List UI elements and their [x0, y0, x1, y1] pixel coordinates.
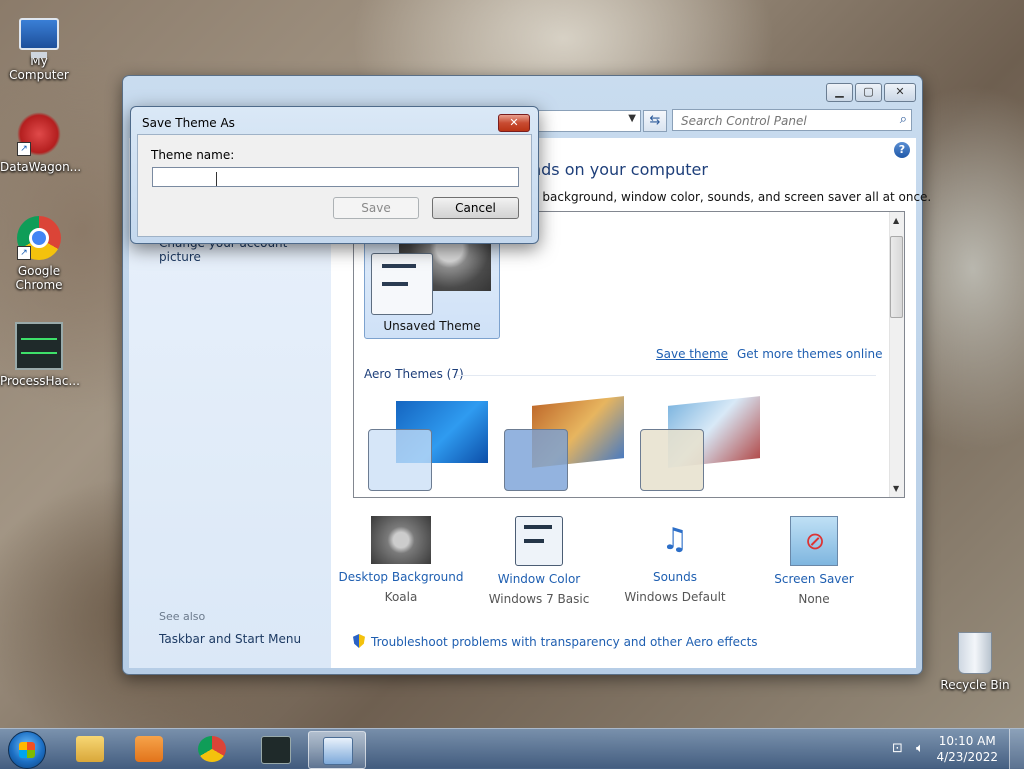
desktop-icon-google-chrome[interactable]: ↗ Google Chrome: [0, 216, 78, 292]
volume-icon[interactable]: 🔈︎: [916, 741, 924, 756]
refresh-button[interactable]: ⇆: [643, 110, 667, 132]
theme-name-label: Theme name:: [151, 148, 235, 162]
taskbar-media-player-button[interactable]: [121, 731, 177, 767]
save-theme-dialog: Save Theme As ✕ Theme name: Save Cancel: [130, 106, 539, 244]
datawagon-icon: ↗: [17, 112, 61, 156]
desktop-icon-label: My Computer: [9, 54, 69, 82]
clock[interactable]: 10:10 AM 4/23/2022: [936, 733, 998, 765]
screen-saver-item[interactable]: Screen Saver None: [744, 516, 884, 606]
item-title: Desktop Background: [338, 570, 464, 584]
theme-name-input[interactable]: [152, 167, 519, 187]
shortcut-arrow-icon: ↗: [17, 142, 31, 156]
desktop-background-item[interactable]: Desktop Background Koala: [331, 516, 471, 604]
maximize-button[interactable]: ▢: [855, 83, 882, 102]
address-bar[interactable]: ▼: [533, 110, 641, 132]
window-color-icon: [515, 516, 563, 566]
minimize-button[interactable]: ▁: [826, 83, 853, 102]
search-icon[interactable]: ⌕: [900, 112, 907, 127]
help-icon[interactable]: ?: [894, 142, 910, 158]
window-thumbnail: [368, 429, 432, 491]
network-icon[interactable]: ⊡: [892, 741, 903, 756]
taskbar-start-menu-link[interactable]: Taskbar and Start Menu: [159, 632, 301, 646]
chrome-icon: ↗: [17, 216, 61, 260]
troubleshoot-link[interactable]: Troubleshoot problems with transparency …: [353, 634, 758, 649]
aero-theme-characters[interactable]: [640, 396, 768, 493]
screen-saver-icon: [790, 516, 838, 566]
item-title: Screen Saver: [774, 572, 854, 586]
dialog-close-button[interactable]: ✕: [498, 114, 530, 132]
close-button[interactable]: ✕: [884, 83, 916, 102]
page-title: nds on your computer: [531, 160, 708, 179]
taskbar: ⊡ 🔈︎ 10:10 AM 4/23/2022: [0, 728, 1024, 769]
computer-icon: [19, 18, 59, 58]
media-player-icon: [135, 736, 163, 762]
desktop-icon-processhacker[interactable]: ProcessHac...: [0, 322, 80, 388]
see-also-label: See also: [159, 610, 206, 623]
chevron-down-icon[interactable]: ▼: [628, 113, 636, 124]
folder-icon: [76, 736, 104, 762]
cancel-button[interactable]: Cancel: [432, 197, 519, 219]
dialog-title: Save Theme As: [142, 116, 235, 130]
theme-settings-row: Desktop Background Koala Window Color Wi…: [339, 516, 903, 616]
theme-list[interactable]: Unsaved Theme Save theme Get more themes…: [353, 211, 905, 498]
recycle-bin-icon: [958, 632, 992, 674]
window-thumbnail: [504, 429, 568, 491]
desktop-background-icon: [371, 516, 431, 564]
desktop-icon-label: DataWagon...: [0, 160, 82, 174]
taskbar-explorer-button[interactable]: [62, 731, 118, 767]
get-more-themes-link[interactable]: Get more themes online: [737, 347, 883, 361]
page-description: p background, window color, sounds, and …: [531, 190, 932, 204]
aero-theme-windows7[interactable]: [368, 397, 496, 493]
item-subtitle: None: [798, 592, 830, 606]
refresh-icon: ⇆: [649, 113, 661, 128]
troubleshoot-link-text: Troubleshoot problems with transparency …: [371, 635, 758, 649]
process-hacker-icon: [15, 322, 63, 370]
divider: [456, 375, 876, 376]
aero-theme-architecture[interactable]: [504, 396, 632, 493]
process-hacker-icon: [261, 736, 291, 764]
item-title: Window Color: [497, 572, 581, 586]
chrome-icon: [198, 736, 226, 762]
sounds-icon: ♫: [661, 522, 689, 557]
close-icon: ✕: [509, 116, 519, 129]
unsaved-theme-label: Unsaved Theme: [383, 319, 481, 333]
save-button[interactable]: Save: [333, 197, 419, 219]
desktop-icon-datawagon[interactable]: ↗ DataWagon...: [0, 112, 82, 174]
taskbar-control-panel-button[interactable]: [308, 731, 366, 769]
scroll-down-arrow-icon[interactable]: ▼: [893, 484, 899, 493]
scroll-up-arrow-icon[interactable]: ▲: [893, 216, 899, 225]
shield-icon: [353, 634, 365, 648]
desktop-icon-label: Google Chrome: [15, 264, 63, 292]
taskbar-process-hacker-button[interactable]: [247, 731, 303, 767]
control-panel-icon: [323, 737, 353, 765]
aero-themes-heading: Aero Themes (7): [364, 367, 464, 381]
item-subtitle: Windows Default: [624, 590, 726, 604]
clock-date: 4/23/2022: [936, 750, 998, 764]
desktop-icon-label: Recycle Bin: [940, 678, 1010, 692]
search-box[interactable]: ⌕: [672, 109, 912, 131]
theme-list-scrollbar[interactable]: ▲ ▼: [889, 212, 904, 497]
ibeam-cursor-icon: [216, 172, 217, 186]
window-color-item[interactable]: Window Color Windows 7 Basic: [469, 516, 609, 606]
item-subtitle: Koala: [384, 590, 418, 604]
scroll-thumb[interactable]: [890, 236, 903, 318]
sounds-item[interactable]: ♫ Sounds Windows Default: [605, 516, 745, 604]
item-title: Sounds: [652, 570, 698, 584]
window-caption-buttons: ▁ ▢ ✕: [826, 83, 916, 102]
search-input[interactable]: [679, 111, 893, 131]
window-thumbnail: [371, 253, 433, 315]
save-theme-link[interactable]: Save theme: [656, 347, 728, 361]
clock-time: 10:10 AM: [938, 734, 996, 748]
system-tray: ⊡ 🔈︎ 10:10 AM 4/23/2022: [864, 729, 1024, 769]
item-subtitle: Windows 7 Basic: [488, 592, 590, 606]
shortcut-arrow-icon: ↗: [17, 246, 31, 260]
desktop-icon-label: ProcessHac...: [0, 374, 80, 388]
show-desktop-button[interactable]: [1009, 729, 1024, 769]
desktop-icon-my-computer[interactable]: My Computer: [0, 12, 78, 82]
desktop-icon-recycle-bin[interactable]: Recycle Bin: [936, 632, 1014, 692]
start-button[interactable]: [8, 731, 46, 769]
dialog-body: Theme name: Save Cancel: [137, 134, 532, 237]
window-thumbnail: [640, 429, 704, 491]
taskbar-chrome-button[interactable]: [184, 731, 240, 767]
